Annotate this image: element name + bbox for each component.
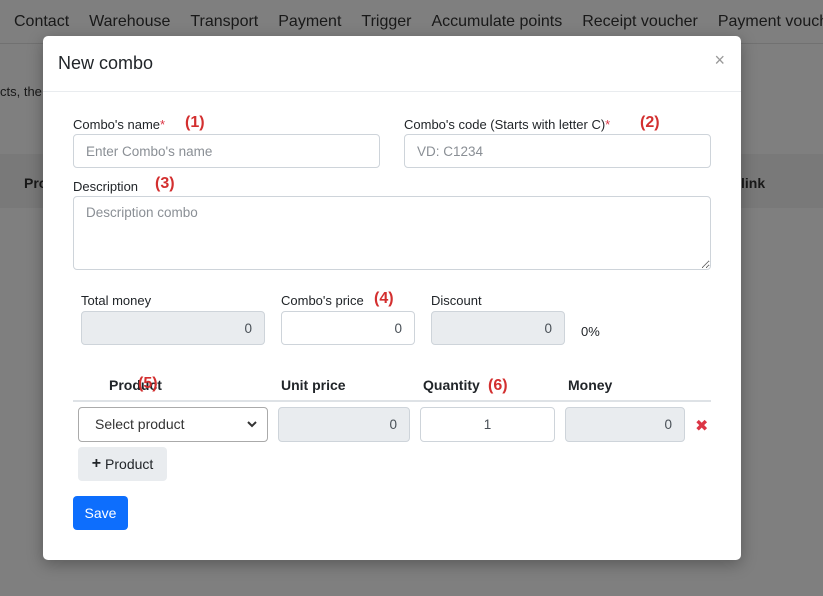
description-textarea[interactable]	[73, 196, 711, 270]
new-combo-modal: New combo × Combo's name* (1) Combo's co…	[43, 36, 741, 560]
product-select[interactable]: Select product	[78, 407, 268, 442]
annotation-2: (2)	[640, 114, 660, 131]
total-money-label: Total money	[81, 293, 152, 308]
combo-code-input[interactable]	[404, 134, 711, 168]
money-column-header: Money	[568, 377, 613, 393]
quantity-column-header: Quantity	[423, 377, 480, 393]
required-marker: *	[160, 117, 166, 132]
description-label: Description	[73, 179, 139, 194]
total-money-field	[81, 311, 265, 345]
combo-price-input[interactable]	[281, 311, 415, 345]
table-header-divider	[73, 400, 711, 402]
combo-name-label: Combo's name*	[73, 117, 165, 132]
modal-header: New combo ×	[43, 36, 741, 92]
money-field	[565, 407, 685, 442]
save-button[interactable]: Save	[73, 496, 128, 530]
combo-name-input[interactable]	[73, 134, 380, 168]
combo-price-label: Combo's price	[281, 293, 364, 308]
annotation-1: (1)	[185, 114, 205, 131]
discount-label: Discount	[431, 293, 482, 308]
add-product-button[interactable]: + Product	[78, 447, 167, 481]
unit-price-column-header: Unit price	[281, 377, 346, 393]
plus-icon: +	[91, 455, 102, 472]
unit-price-field	[278, 407, 410, 442]
modal-title: New combo	[58, 53, 154, 73]
required-marker: *	[605, 117, 611, 132]
combo-code-label-text: Combo's code (Starts with letter C)	[404, 117, 606, 132]
annotation-6: (6)	[488, 377, 508, 394]
delete-icon[interactable]: ✖	[695, 416, 708, 436]
combo-code-label: Combo's code (Starts with letter C)*	[404, 117, 610, 132]
chevron-down-icon	[247, 421, 257, 428]
discount-percent: 0%	[581, 324, 600, 339]
discount-field	[431, 311, 565, 345]
combo-name-label-text: Combo's name	[73, 117, 161, 132]
quantity-input[interactable]	[420, 407, 555, 442]
annotation-5: (5)	[138, 375, 158, 392]
product-select-value: Select product	[95, 416, 185, 432]
annotation-4: (4)	[374, 290, 394, 307]
add-product-label: Product	[105, 456, 154, 472]
annotation-3: (3)	[155, 175, 175, 192]
close-icon[interactable]: ×	[714, 50, 725, 71]
